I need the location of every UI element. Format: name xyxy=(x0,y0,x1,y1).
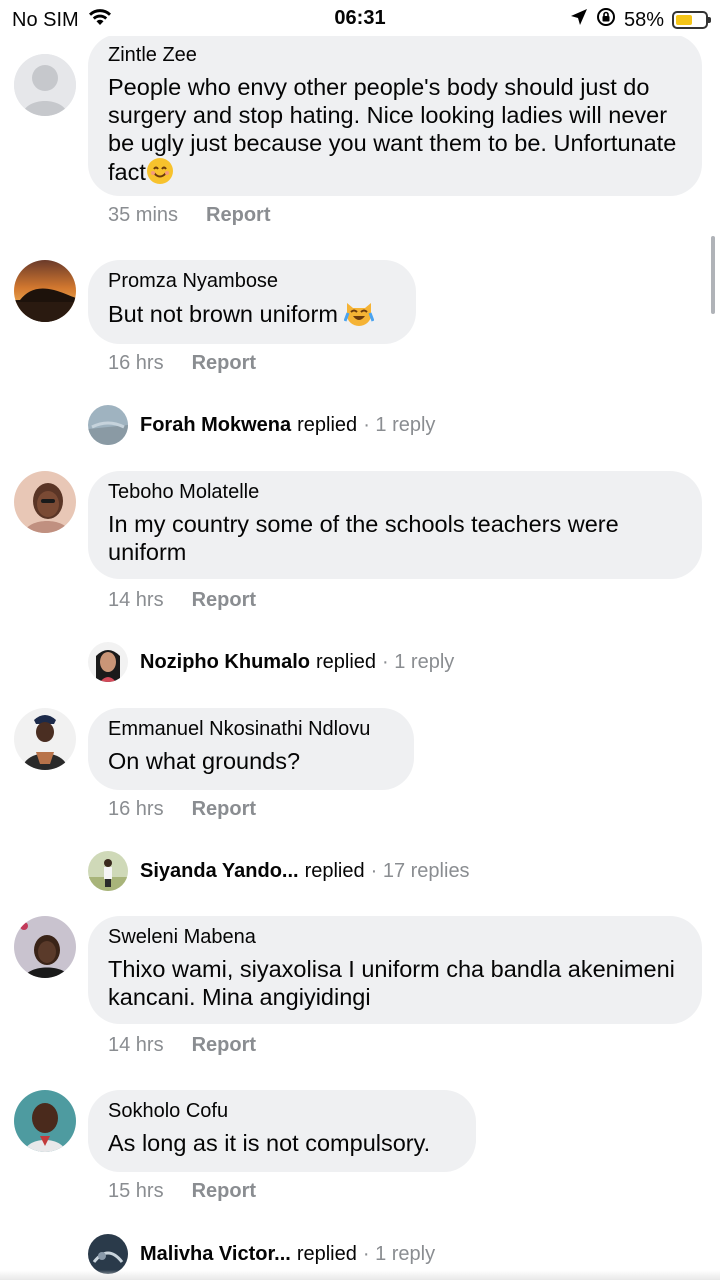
report-button[interactable]: Report xyxy=(192,589,256,612)
avatar[interactable] xyxy=(14,54,76,116)
battery-percent: 58% xyxy=(623,8,664,31)
comment-bubble[interactable]: Sweleni Mabena Thixo wami, siyaxolisa I … xyxy=(88,916,702,1024)
comment-bubble[interactable]: Zintle Zee People who envy other people'… xyxy=(88,34,702,196)
reply-verb: replied xyxy=(304,859,365,882)
comment-author[interactable]: Sokholo Cofu xyxy=(108,1100,454,1123)
comment-timestamp[interactable]: 15 hrs xyxy=(108,1180,164,1203)
reply-avatar xyxy=(88,851,128,891)
view-replies-link[interactable]: Forah Mokwena replied · 1 reply xyxy=(88,404,435,446)
comment-author[interactable]: Zintle Zee xyxy=(108,44,680,67)
view-replies-link[interactable]: Siyanda Yando... replied · 17 replies xyxy=(88,850,470,892)
reply-verb: replied xyxy=(297,413,358,436)
avatar[interactable] xyxy=(14,260,76,322)
reply-avatar xyxy=(88,1234,128,1274)
comment-author[interactable]: Emmanuel Nkosinathi Ndlovu xyxy=(108,718,392,741)
comment-meta: 16 hrs Report xyxy=(108,352,256,375)
comment-timestamp[interactable]: 16 hrs xyxy=(108,352,164,375)
view-replies-link[interactable]: Nozipho Khumalo replied · 1 reply xyxy=(88,641,454,683)
reply-verb: replied xyxy=(315,650,377,673)
reply-count: · 1 reply xyxy=(362,1242,436,1265)
comment-meta: 14 hrs Report xyxy=(108,589,256,612)
reply-avatar xyxy=(88,642,128,682)
comment-meta: 16 hrs Report xyxy=(108,798,256,821)
comment-text: As long as it is not compulsory. xyxy=(108,1130,431,1156)
comment-author[interactable]: Sweleni Mabena xyxy=(108,926,680,949)
screen: No SIM 06:31 58% Zintle Zee People who e… xyxy=(0,0,720,1280)
bottom-edge xyxy=(0,1270,720,1280)
comment-author[interactable]: Teboho Molatelle xyxy=(108,481,680,504)
smiling-face-emoji-icon xyxy=(146,157,174,191)
status-right: 58% xyxy=(570,7,711,33)
comment-meta: 35 mins Report xyxy=(108,204,270,227)
reply-avatar xyxy=(88,405,128,445)
orientation-lock-icon xyxy=(596,7,616,33)
avatar[interactable] xyxy=(14,471,76,533)
status-bar: No SIM 06:31 58% xyxy=(0,0,720,36)
reply-verb: replied xyxy=(296,1242,357,1265)
battery-icon xyxy=(672,11,711,29)
avatar[interactable] xyxy=(14,1090,76,1152)
reply-author: Malivha Victor... xyxy=(140,1242,291,1265)
reply-count: · 17 replies xyxy=(370,859,470,882)
reply-count: · 1 reply xyxy=(382,650,455,673)
comment-text: People who envy other people's body shou… xyxy=(108,73,680,191)
comment-timestamp[interactable]: 14 hrs xyxy=(108,1034,164,1057)
crying-laughing-cat-emoji-icon xyxy=(344,299,375,333)
comment-bubble[interactable]: Teboho Molatelle In my country some of t… xyxy=(88,471,702,579)
report-button[interactable]: Report xyxy=(206,204,270,227)
reply-author: Siyanda Yando... xyxy=(140,859,299,882)
scrollbar[interactable] xyxy=(711,236,715,314)
comment-bubble[interactable]: Emmanuel Nkosinathi Ndlovu On what groun… xyxy=(88,708,414,790)
report-button[interactable]: Report xyxy=(192,1034,256,1057)
location-arrow-icon xyxy=(570,8,588,32)
view-replies-link[interactable]: Malivha Victor... replied · 1 reply xyxy=(88,1233,435,1275)
comment-timestamp[interactable]: 35 mins xyxy=(108,204,178,227)
report-button[interactable]: Report xyxy=(192,1180,256,1203)
reply-author: Nozipho Khumalo xyxy=(140,650,310,673)
report-button[interactable]: Report xyxy=(192,352,256,375)
comment-timestamp[interactable]: 16 hrs xyxy=(108,798,164,821)
comment-text: In my country some of the schools teache… xyxy=(108,511,619,565)
comment-text: But not brown uniform xyxy=(108,299,394,333)
comment-meta: 15 hrs Report xyxy=(108,1180,256,1203)
comment-bubble[interactable]: Promza Nyambose But not brown uniform xyxy=(88,260,416,344)
avatar[interactable] xyxy=(14,916,76,978)
comment-bubble[interactable]: Sokholo Cofu As long as it is not compul… xyxy=(88,1090,476,1172)
comment-author[interactable]: Promza Nyambose xyxy=(108,270,394,293)
battery-fill xyxy=(676,15,693,25)
reply-count: · 1 reply xyxy=(363,413,436,436)
reply-author: Forah Mokwena xyxy=(140,413,292,436)
comment-text: On what grounds? xyxy=(108,748,301,774)
comment-timestamp[interactable]: 14 hrs xyxy=(108,589,164,612)
report-button[interactable]: Report xyxy=(192,798,256,821)
comment-meta: 14 hrs Report xyxy=(108,1034,256,1057)
comment-text: Thixo wami, siyaxolisa I uniform cha ban… xyxy=(108,956,675,1010)
avatar[interactable] xyxy=(14,708,76,770)
